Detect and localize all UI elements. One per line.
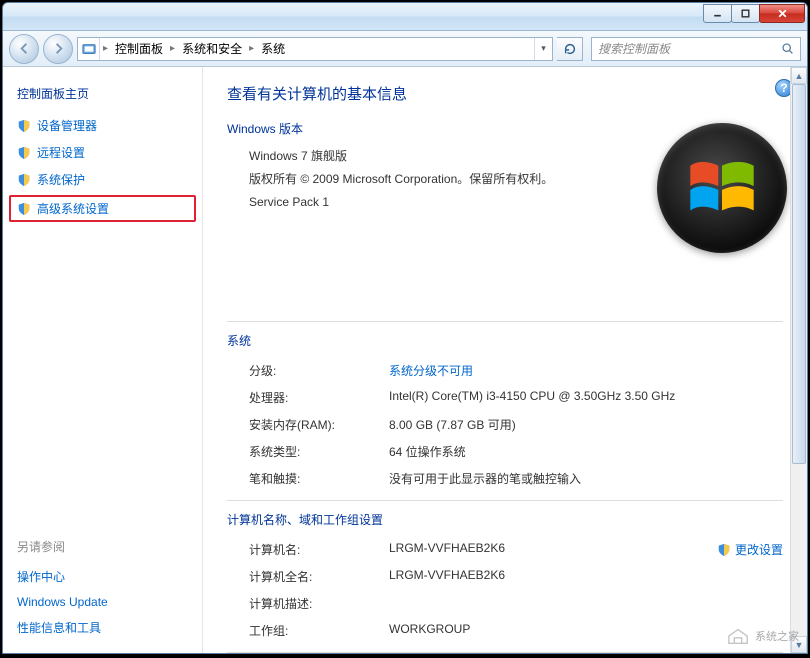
scrollbar[interactable]: ▲ ▼ <box>790 67 807 653</box>
row-label: 分级: <box>249 362 389 379</box>
breadcrumb-arrow-icon: ▸ <box>167 43 178 54</box>
windows-logo <box>657 123 787 253</box>
breadcrumb-seg-2[interactable]: 系统和安全 <box>178 38 246 60</box>
shield-icon <box>17 202 31 216</box>
system-info-table: 分级:系统分级不可用 处理器:Intel(R) Core(TM) i3-4150… <box>227 357 783 492</box>
content-area: 控制面板主页 设备管理器 远程设置 系统保护 高级系统设置 另请参阅 操作中心 … <box>3 67 807 653</box>
sidebar: 控制面板主页 设备管理器 远程设置 系统保护 高级系统设置 另请参阅 操作中心 … <box>3 67 203 653</box>
row-value: 64 位操作系统 <box>389 443 783 460</box>
sidebar-item-advanced[interactable]: 高级系统设置 <box>9 195 196 222</box>
row-value: LRGM-VVFHAEB2K6 <box>389 541 717 558</box>
table-row: 笔和触摸:没有可用于此显示器的笔或触控输入 <box>249 465 783 492</box>
control-panel-icon <box>78 38 100 60</box>
maximize-button[interactable] <box>731 4 760 23</box>
titlebar <box>3 3 807 31</box>
windows-flag-icon <box>681 147 763 229</box>
address-dropdown[interactable]: ▾ <box>534 38 552 60</box>
table-row: 处理器:Intel(R) Core(TM) i3-4150 CPU @ 3.50… <box>249 384 783 411</box>
seealso-performance[interactable]: 性能信息和工具 <box>3 614 202 641</box>
row-value: LRGM-VVFHAEB2K6 <box>389 568 783 585</box>
minimize-button[interactable] <box>703 4 732 23</box>
shield-icon <box>17 173 31 187</box>
back-button[interactable] <box>9 34 39 64</box>
divider <box>227 321 783 322</box>
table-row: 分级:系统分级不可用 <box>249 357 783 384</box>
row-label: 计算机名: <box>249 541 389 558</box>
page-title: 查看有关计算机的基本信息 <box>227 83 783 104</box>
divider <box>227 652 783 653</box>
watermark-text: 系统之家 <box>755 628 799 644</box>
breadcrumb-seg-3[interactable]: 系统 <box>257 38 289 60</box>
address-bar[interactable]: ▸ 控制面板 ▸ 系统和安全 ▸ 系统 ▾ <box>77 37 553 61</box>
row-value: 8.00 GB (7.87 GB 可用) <box>389 416 783 433</box>
window-controls <box>704 4 805 23</box>
sidebar-heading: 控制面板主页 <box>3 85 202 112</box>
row-label: 计算机全名: <box>249 568 389 585</box>
rating-link[interactable]: 系统分级不可用 <box>389 362 783 379</box>
shield-icon <box>17 146 31 160</box>
change-settings-link[interactable]: 更改设置 <box>717 541 783 558</box>
computer-name-table: 计算机名:LRGM-VVFHAEB2K6 更改设置 计算机全名:LRGM-VVF… <box>227 536 783 644</box>
row-value <box>389 595 783 612</box>
table-row: 工作组:WORKGROUP <box>249 617 783 644</box>
table-row: 安装内存(RAM):8.00 GB (7.87 GB 可用) <box>249 411 783 438</box>
row-label: 笔和触摸: <box>249 470 389 487</box>
breadcrumb-seg-1[interactable]: 控制面板 <box>111 38 167 60</box>
main-panel: ? 查看有关计算机的基本信息 Windows 版本 Windows 7 旗舰版 … <box>203 67 807 653</box>
seealso-windows-update[interactable]: Windows Update <box>3 590 202 614</box>
section-name-title: 计算机名称、域和工作组设置 <box>227 511 783 528</box>
scroll-thumb[interactable] <box>792 84 806 464</box>
watermark: 系统之家 <box>725 625 799 647</box>
sidebar-item-label: 系统保护 <box>37 171 85 188</box>
table-row: 计算机全名:LRGM-VVFHAEB2K6 <box>249 563 783 590</box>
breadcrumb-arrow-icon: ▸ <box>100 43 111 54</box>
watermark-icon <box>725 625 751 647</box>
table-row: 系统类型:64 位操作系统 <box>249 438 783 465</box>
shield-icon <box>717 543 731 557</box>
row-label: 安装内存(RAM): <box>249 416 389 433</box>
sidebar-item-remote[interactable]: 远程设置 <box>3 139 202 166</box>
section-sys-title: 系统 <box>227 332 783 349</box>
window: ▸ 控制面板 ▸ 系统和安全 ▸ 系统 ▾ 搜索控制面板 控制面板主页 设备管理… <box>2 2 808 654</box>
search-icon <box>781 42 794 55</box>
table-row: 计算机名:LRGM-VVFHAEB2K6 更改设置 <box>249 536 783 563</box>
row-value: Intel(R) Core(TM) i3-4150 CPU @ 3.50GHz … <box>389 389 783 406</box>
sidebar-item-label: 设备管理器 <box>37 117 97 134</box>
row-value: 没有可用于此显示器的笔或触控输入 <box>389 470 783 487</box>
change-settings-label: 更改设置 <box>735 541 783 558</box>
divider <box>227 500 783 501</box>
seealso-action-center[interactable]: 操作中心 <box>3 563 202 590</box>
forward-button[interactable] <box>43 34 73 64</box>
sidebar-item-protection[interactable]: 系统保护 <box>3 166 202 193</box>
refresh-button[interactable] <box>557 37 583 61</box>
breadcrumb-arrow-icon: ▸ <box>246 43 257 54</box>
shield-icon <box>17 119 31 133</box>
navigation-bar: ▸ 控制面板 ▸ 系统和安全 ▸ 系统 ▾ 搜索控制面板 <box>3 31 807 67</box>
row-label: 处理器: <box>249 389 389 406</box>
sidebar-item-device-manager[interactable]: 设备管理器 <box>3 112 202 139</box>
scroll-up-button[interactable]: ▲ <box>791 67 807 84</box>
row-value: WORKGROUP <box>389 622 783 639</box>
row-label: 工作组: <box>249 622 389 639</box>
search-input[interactable]: 搜索控制面板 <box>591 37 801 61</box>
close-button[interactable] <box>759 4 805 23</box>
sidebar-item-label: 远程设置 <box>37 144 85 161</box>
sidebar-item-label: 高级系统设置 <box>37 200 109 217</box>
row-label: 计算机描述: <box>249 595 389 612</box>
search-placeholder: 搜索控制面板 <box>598 40 670 57</box>
row-label: 系统类型: <box>249 443 389 460</box>
seealso-heading: 另请参阅 <box>3 538 202 563</box>
table-row: 计算机描述: <box>249 590 783 617</box>
